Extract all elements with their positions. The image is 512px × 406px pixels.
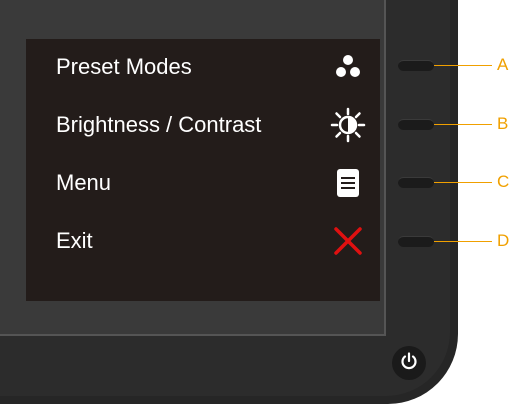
power-icon [399, 351, 419, 376]
power-button[interactable] [392, 346, 426, 380]
osd-item-preset-modes[interactable]: Preset Modes [56, 47, 366, 87]
osd-item-brightness-contrast[interactable]: Brightness / Contrast [56, 105, 366, 145]
osd-item-label: Exit [56, 228, 93, 253]
osd-menu: Preset Modes Brightness / Contrast Menu … [26, 39, 380, 301]
callout-line-a [434, 65, 492, 66]
callout-label-d: D [497, 231, 510, 250]
callout-label-a: A [497, 55, 509, 74]
close-x-icon [330, 223, 366, 259]
hw-button-c[interactable] [398, 177, 434, 188]
callout-line-b [434, 124, 492, 125]
osd-item-label: Brightness / Contrast [56, 112, 262, 137]
callout-line-d [434, 241, 492, 242]
three-dots-icon [330, 49, 366, 85]
callout-label-b: B [497, 114, 509, 133]
callout-label-c: C [497, 172, 510, 191]
osd-item-label: Menu [56, 170, 112, 195]
callout-line-c [434, 182, 492, 183]
hw-button-b[interactable] [398, 119, 434, 130]
osd-item-menu[interactable]: Menu [56, 163, 366, 203]
osd-item-exit[interactable]: Exit [56, 221, 366, 261]
brightness-contrast-icon [330, 107, 366, 143]
osd-item-label: Preset Modes [56, 54, 192, 79]
hw-button-a[interactable] [398, 60, 434, 71]
menu-icon [330, 165, 366, 201]
hw-button-d[interactable] [398, 236, 434, 247]
